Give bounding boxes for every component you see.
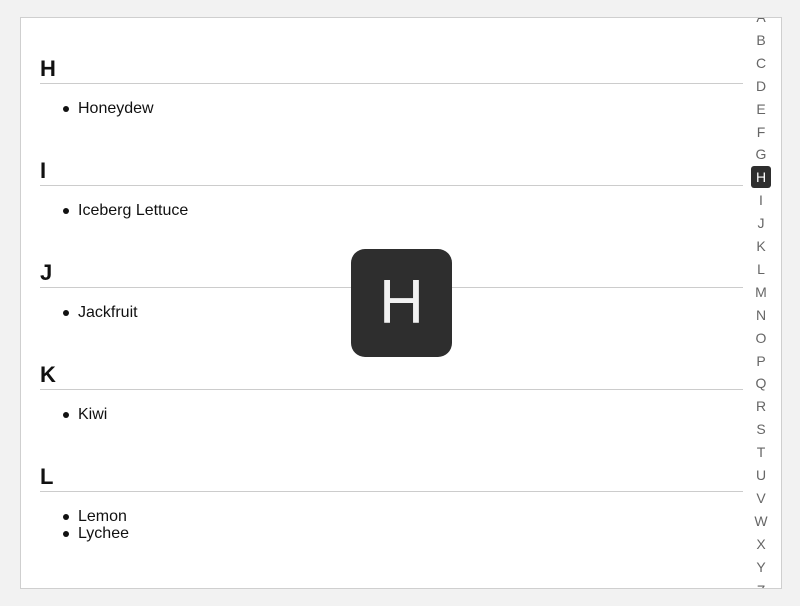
bullet-icon — [63, 514, 69, 520]
index-letter-b[interactable]: B — [749, 29, 773, 51]
index-letter-l[interactable]: L — [749, 258, 773, 280]
index-letter-h[interactable]: H — [751, 166, 771, 189]
list-item[interactable]: Iceberg Lettuce — [40, 202, 188, 219]
section-list: Jackfruit — [40, 304, 138, 321]
alphabet-list-view: H Honeydew I Iceberg Lettuce J Jackfruit… — [20, 17, 782, 589]
index-letter-k[interactable]: K — [749, 235, 773, 257]
section-l: L Lemon Lychee — [40, 463, 743, 542]
index-letter-c[interactable]: C — [749, 52, 773, 74]
index-letter-x[interactable]: X — [749, 533, 773, 555]
index-letter-t[interactable]: T — [749, 441, 773, 463]
section-list: Iceberg Lettuce — [40, 202, 188, 219]
index-letter-y[interactable]: Y — [749, 556, 773, 578]
section-heading: L — [40, 463, 743, 492]
index-letter-r[interactable]: R — [749, 395, 773, 417]
index-letter-u[interactable]: U — [749, 464, 773, 486]
list-item-label: Jackfruit — [78, 304, 138, 321]
section-k: K Kiwi — [40, 361, 743, 423]
bullet-icon — [63, 412, 69, 418]
index-letter-m[interactable]: M — [749, 281, 773, 303]
list-item[interactable]: Lychee — [40, 525, 129, 542]
bullet-icon — [63, 310, 69, 316]
section-h: H Honeydew — [40, 55, 743, 117]
index-letter-z[interactable]: Z — [749, 579, 773, 589]
index-letter-i[interactable]: I — [749, 189, 773, 211]
list-item[interactable]: Jackfruit — [40, 304, 138, 321]
section-heading: K — [40, 361, 743, 390]
index-letter-v[interactable]: V — [749, 487, 773, 509]
index-letter-w[interactable]: W — [749, 510, 773, 532]
section-list: Lemon Lychee — [40, 508, 129, 542]
list-item-label: Lychee — [78, 525, 129, 542]
index-letter-f[interactable]: F — [749, 121, 773, 143]
index-letter-s[interactable]: S — [749, 418, 773, 440]
section-list: Honeydew — [40, 100, 154, 117]
bullet-icon — [63, 531, 69, 537]
index-letter-e[interactable]: E — [749, 98, 773, 120]
list-item-label: Honeydew — [78, 100, 154, 117]
alphabet-index-bar[interactable]: ABCDEFGHIJKLMNOPQRSTUVWXYZ — [749, 18, 773, 589]
list-item[interactable]: Lemon — [40, 508, 129, 525]
section-list: Kiwi — [40, 406, 107, 423]
bullet-icon — [63, 106, 69, 112]
index-letter-p[interactable]: P — [749, 350, 773, 372]
index-letter-o[interactable]: O — [749, 327, 773, 349]
list-item[interactable]: Honeydew — [40, 100, 154, 117]
list-item-label: Iceberg Lettuce — [78, 202, 189, 219]
index-letter-g[interactable]: G — [749, 143, 773, 165]
list-item-label: Lemon — [78, 508, 127, 525]
section-heading: I — [40, 157, 743, 186]
current-letter-overlay: H — [351, 249, 452, 357]
index-letter-j[interactable]: J — [749, 212, 773, 234]
index-letter-a[interactable]: A — [749, 18, 773, 28]
index-letter-q[interactable]: Q — [749, 372, 773, 394]
list-item[interactable]: Kiwi — [40, 406, 107, 423]
index-letter-d[interactable]: D — [749, 75, 773, 97]
bullet-icon — [63, 208, 69, 214]
index-letter-n[interactable]: N — [749, 304, 773, 326]
section-i: I Iceberg Lettuce — [40, 157, 743, 219]
list-item-label: Kiwi — [78, 406, 108, 423]
section-heading: H — [40, 55, 743, 84]
